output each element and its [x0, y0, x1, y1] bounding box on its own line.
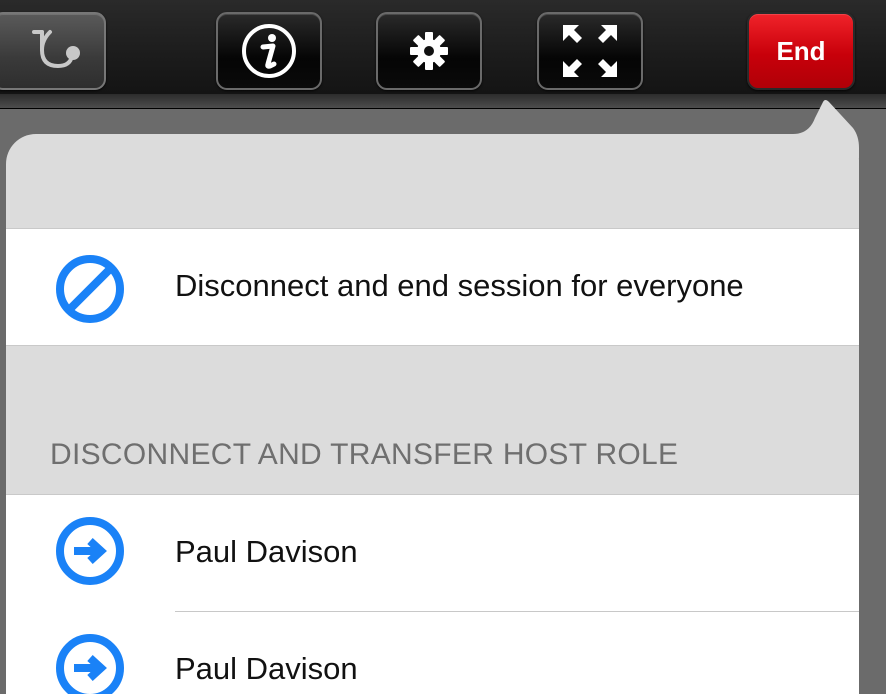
info-icon	[242, 24, 296, 78]
fullscreen-button[interactable]	[537, 12, 643, 90]
stethoscope-icon	[32, 30, 80, 69]
participant-name: Paul Davison	[175, 534, 358, 569]
stethoscope-button[interactable]	[0, 12, 106, 90]
prohibited-icon	[56, 255, 124, 323]
fullscreen-icon	[563, 25, 617, 77]
toolbar: End	[0, 0, 886, 109]
popover-pointer	[793, 100, 859, 158]
arrow-right-circle-icon	[56, 517, 124, 585]
gear-icon	[410, 32, 448, 70]
arrow-right-circle-icon	[56, 634, 124, 694]
participant-list: Paul Davison Paul Davison	[6, 494, 859, 694]
end-button[interactable]: End	[747, 12, 855, 90]
settings-button[interactable]	[376, 12, 482, 90]
transfer-section-header: DISCONNECT AND TRANSFER HOST ROLE	[50, 438, 679, 471]
end-for-everyone-label: Disconnect and end session for everyone	[175, 268, 744, 303]
participant-name: Paul Davison	[175, 651, 358, 686]
info-button[interactable]	[216, 12, 322, 90]
participant-row[interactable]: Paul Davison	[6, 495, 859, 611]
end-session-popover: Disconnect and end session for everyone …	[6, 134, 859, 694]
end-for-everyone-row[interactable]: Disconnect and end session for everyone	[6, 228, 859, 346]
participant-row[interactable]: Paul Davison	[6, 612, 859, 694]
end-button-label: End	[776, 35, 826, 66]
